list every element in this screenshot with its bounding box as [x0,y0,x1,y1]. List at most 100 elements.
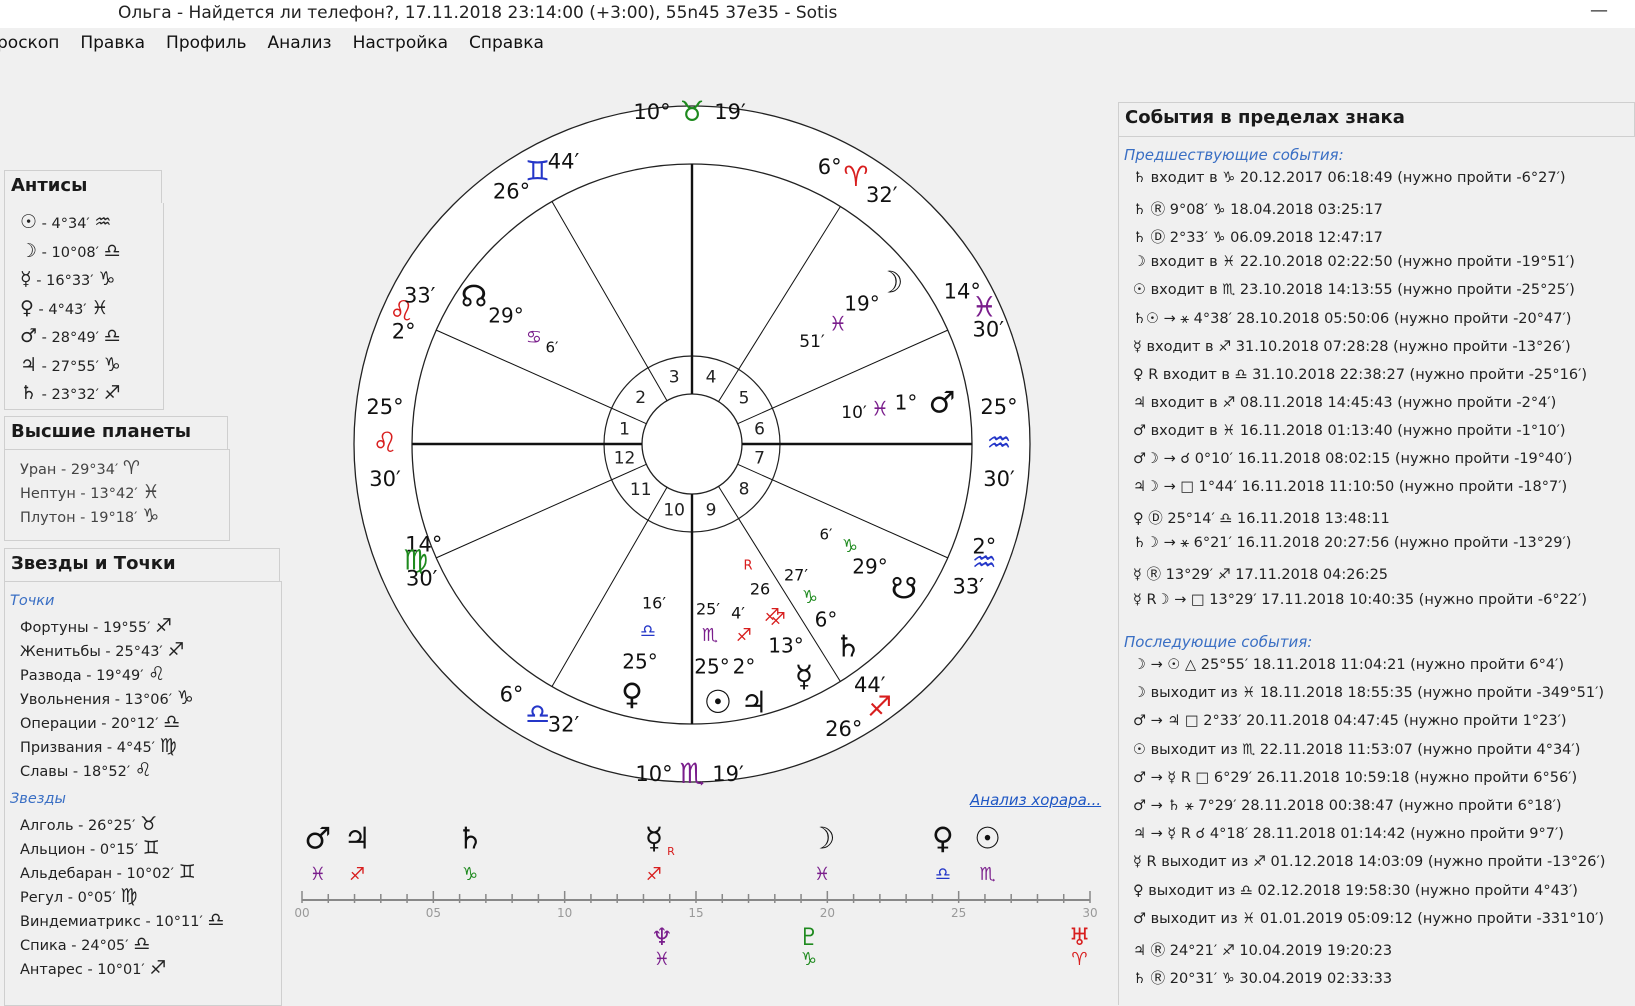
zodiac-sign-icon: ♎ [935,864,951,885]
moon-icon: ☽ [877,266,904,301]
cusp-sign-icon: ♒ [986,426,1011,459]
list-item: ♀ Ⓓ 25°14′ ♎ 16.11.2018 13:48:11 [1133,507,1390,528]
snode-sign-icon: ♑ [842,536,858,557]
cusp-degree: 10° [635,762,672,786]
event-text: ♂ → ♄ ⚹ 7°29′ 28.11.2018 00:38:47 (нужно… [1133,798,1562,814]
event-text: ♄ входит в ♑ 20.12.2017 06:18:49 (нужно … [1133,170,1566,186]
venus-sign-icon: ♎ [640,621,656,642]
moon-minute: 51′ [799,332,825,352]
retrograde-flag: R [743,559,752,574]
north-node-icon: ☊ [461,280,488,315]
cusp-degree: 10° [633,100,670,124]
planet-glyph-icon: ♃ [344,822,371,857]
house-number: 2 [635,388,646,408]
scale-graphics: 00 05 10 15 20 25 30♂♓♃♐♄♑☿♐R ☽♓♀♎☉♏♆♓♇♑♅♈ [294,822,1097,971]
event-text: ♀ Ⓓ 25°14′ ♎ 16.11.2018 13:48:11 [1133,511,1390,528]
scale-tick-label: 05 [426,906,441,920]
sun-icon: ☉ [704,683,733,721]
list-item: ☿ R☽ → □ 13°29′ 17.11.2018 10:40:35 (нуж… [1133,592,1587,608]
wheel-graphics: 123 45678910111210° ♉ 19′6° ♈32′14°♓30′25°♒3… [353,95,1031,790]
cusp-minute: 30′ [369,467,401,491]
jupiter-degree: 2° [733,655,756,679]
zodiac-sign-icon: ♏ [979,864,995,885]
house-number: 8 [739,479,750,499]
cusp-minute: 19′ [712,762,744,786]
house-number: 10 [663,501,685,521]
event-text: ♄ Ⓡ 20°31′ ♑ 30.04.2019 02:33:33 [1133,971,1393,988]
event-text: ☉ выходит из ♏ 22.11.2018 11:53:07 (нужн… [1133,741,1581,758]
cusp-minute: 32′ [866,183,898,207]
scale-tick-label: 10 [557,906,572,920]
node-minute: 6′ [546,339,560,357]
event-text: ♄ Ⓓ 2°33′ ♑ 06.09.2018 12:47:17 [1133,230,1383,247]
house-number: 3 [669,367,680,387]
event-text: ♂☽ → ☌ 0°10′ 16.11.2018 08:02:15 (нужно … [1133,451,1573,467]
event-text: ♀ выходит из ♎ 02.12.2018 19:58:30 (нужн… [1133,882,1578,899]
list-item: ☽ → ☉ △ 25°55′ 18.11.2018 11:04:21 (нужн… [1133,657,1564,673]
venus-minute: 16′ [642,594,666,613]
cusp-minute: 30′ [973,317,1005,341]
south-node-icon: ☋ [891,572,918,607]
planet-glyph-icon: ♇ [798,923,820,951]
planet-glyph-icon: ♆ [651,923,673,951]
cusp-degree: 6° [500,683,524,707]
zodiac-sign-icon: ♐ [646,864,662,885]
zodiac-sign-icon: ♐ [349,864,365,885]
cusp-sign-icon: ♊ [525,154,550,187]
list-item: ♄☽ → ⚹ 6°21′ 16.11.2018 20:27:56 (нужно … [1133,535,1571,551]
mercury-minute: 26 [750,580,770,599]
saturn-minute: 27′ [784,566,808,585]
list-item: ♂ входит в ♓ 16.11.2018 01:13:40 (нужно … [1133,423,1566,439]
list-item: ☉ выходит из ♏ 22.11.2018 11:53:07 (нужн… [1133,742,1580,758]
list-item: ♄ входит в ♑ 20.12.2017 06:18:49 (нужно … [1133,170,1566,186]
planet-glyph-icon: ☽ [809,822,836,857]
cusp-degree: 26° [825,717,862,741]
event-text: ☿ Ⓡ 13°29′ ♐ 17.11.2018 04:26:25 [1133,567,1389,584]
cusp-minute: 44′ [854,673,886,697]
mars-degree: 1° [895,391,918,415]
event-text: ♂ → ♃ □ 2°33′ 20.11.2018 04:47:45 (нужно… [1133,713,1567,730]
event-text: ☽ входит в ♓ 22.10.2018 02:22:50 (нужно … [1133,254,1575,271]
list-item: ♂☽ → ☌ 0°10′ 16.11.2018 08:02:15 (нужно … [1133,451,1572,467]
event-text: ♃ входит в ♐ 08.11.2018 14:45:43 (нужно … [1133,394,1557,411]
planet-glyph-icon: ☉ [974,822,1001,857]
event-text: ☽ выходит из ♓ 18.11.2018 18:55:35 (нужн… [1133,685,1605,702]
cusp-minute: 44′ [548,149,580,173]
cusp-degree: 6° [818,155,842,179]
planet-glyph-icon: ♀ [932,822,954,857]
retrograde-flag: R [667,845,675,858]
event-text: ☽ → ☉ △ 25°55′ 18.11.2018 11:04:21 (нужн… [1133,657,1564,673]
list-item: ♂ выходит из ♓ 01.01.2019 05:09:12 (нужн… [1133,911,1604,927]
event-text: ♂ выходит из ♓ 01.01.2019 05:09:12 (нужн… [1133,910,1605,927]
event-text: ♃☽ → □ 1°44′ 16.11.2018 11:10:50 (нужно … [1133,479,1568,496]
node-degree: 29° [488,304,523,328]
event-text: ☿ входит в ♐ 31.10.2018 07:28:28 (нужно … [1133,338,1571,355]
cusp-degree: 25° [366,395,403,419]
scale-tick-label: 20 [820,906,835,920]
snode-degree: 29° [852,555,887,579]
list-item: ♄ Ⓓ 2°33′ ♑ 06.09.2018 12:47:17 [1133,226,1383,247]
event-text: ♄☉ → ⚹ 4°38′ 28.10.2018 05:50:06 (нужно … [1133,310,1572,327]
list-item: ☿ Ⓡ 13°29′ ♐ 17.11.2018 04:26:25 [1133,563,1388,584]
degree-scale: 00 05 10 15 20 25 30♂♓♃♐♄♑☿♐R ☽♓♀♎☉♏♆♓♇♑♅♈ [294,822,1097,971]
house-number: 6 [754,420,765,440]
zodiac-sign-icon: ♈ [1071,949,1087,970]
cusp-minute: 33′ [404,283,436,307]
cusp-minute: 30′ [983,467,1015,491]
venus-degree: 25° [622,650,657,674]
list-item: ☽ входит в ♓ 22.10.2018 02:22:50 (нужно … [1133,254,1575,270]
mercury-icon: ☿ [795,660,813,695]
venus-icon: ♀ [621,678,643,713]
cusp-sign-icon: ♏ [679,757,704,790]
saturn-degree: 6° [815,608,838,632]
event-text: ♄ Ⓡ 9°08′ ♑ 18.04.2018 03:25:17 [1133,202,1383,219]
list-item: ☿ R выходит из ♐ 01.12.2018 14:03:09 (ну… [1133,854,1605,870]
list-item: ♃ входит в ♐ 08.11.2018 14:45:43 (нужно … [1133,395,1556,411]
planet-glyph-icon: ♅ [1069,923,1091,951]
mars-sign-icon: ♓ [871,397,889,421]
snode-minute: 6′ [820,526,834,544]
list-item: ☉ входит в ♏ 23.10.2018 14:13:55 (нужно … [1133,282,1575,298]
scale-tick-label: 15 [688,906,703,920]
planet-glyph-icon: ♄ [457,822,484,857]
scale-tick-label: 25 [951,906,966,920]
